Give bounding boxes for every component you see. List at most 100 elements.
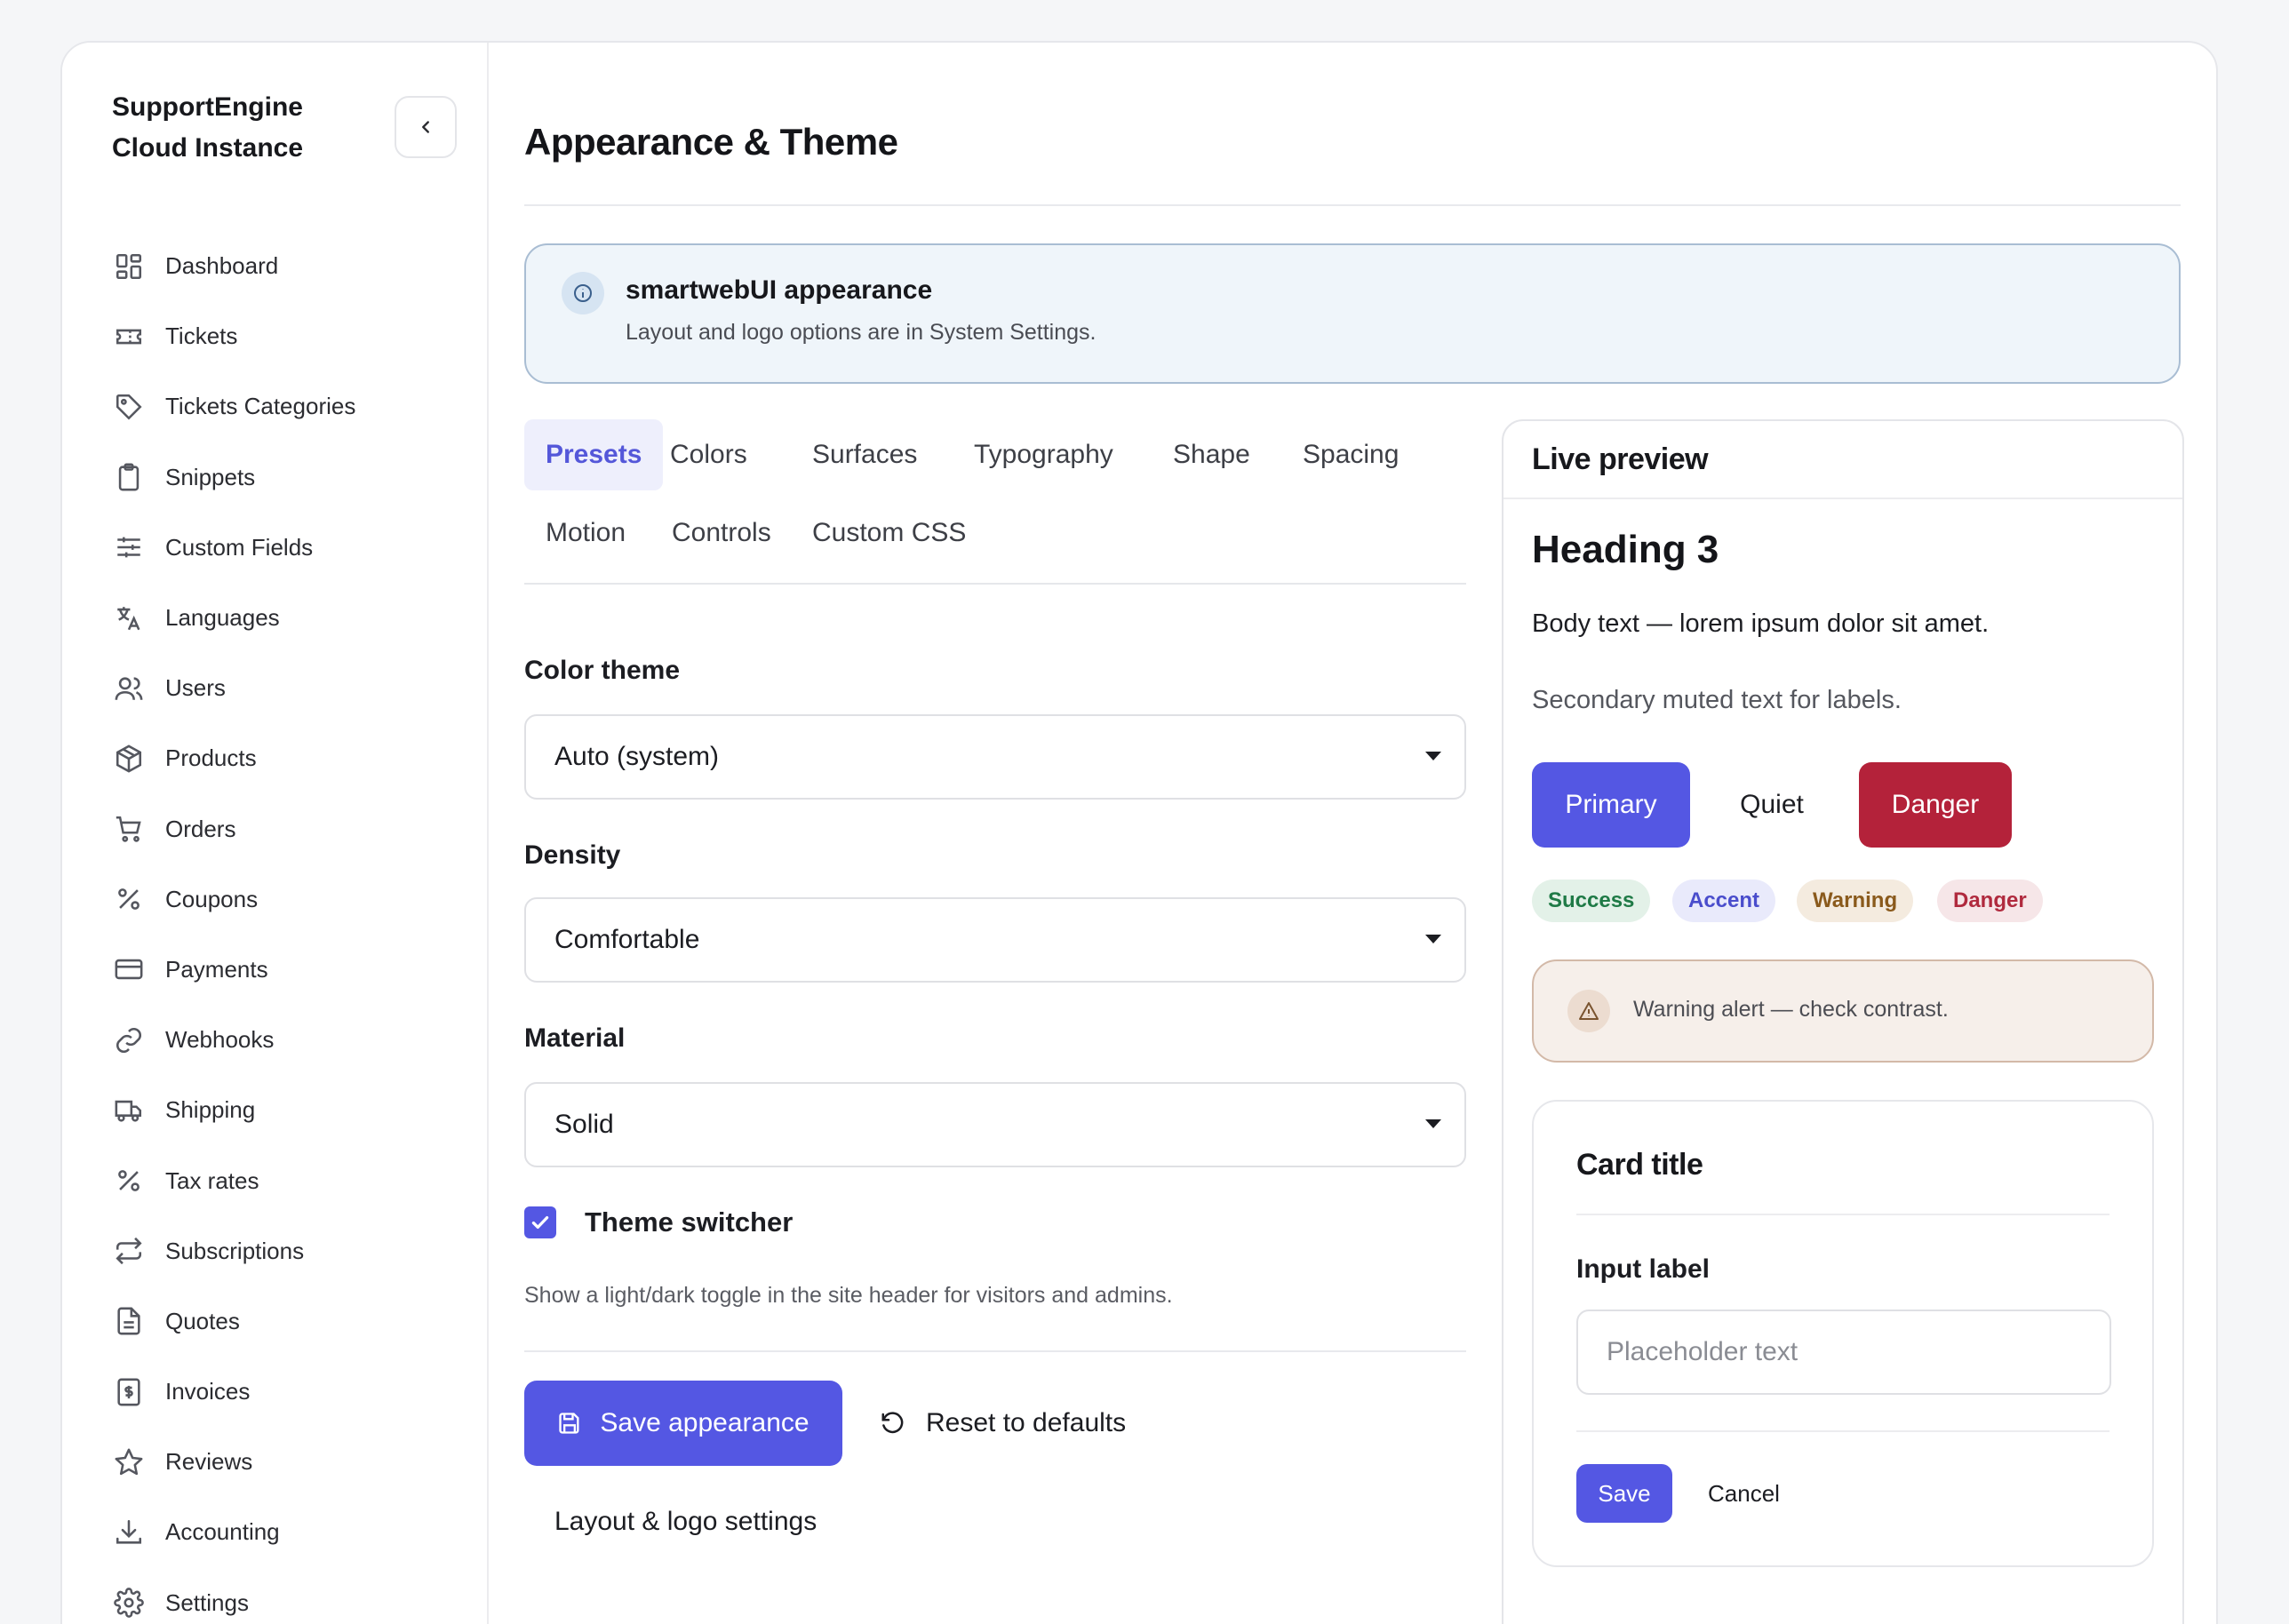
brand-line-1: SupportEngine: [112, 92, 303, 122]
sidebar-item-label: Shipping: [165, 1096, 256, 1124]
sidebar-item-tax-rates[interactable]: Tax rates: [112, 1145, 467, 1215]
sidebar-item-tickets-categories[interactable]: Tickets Categories: [112, 371, 467, 442]
sidebar-item-tickets[interactable]: Tickets: [112, 301, 467, 371]
warning-alert-text: Warning alert — check contrast.: [1633, 997, 1949, 1022]
dashboard-icon: [112, 250, 146, 283]
tab-controls[interactable]: Controls: [650, 498, 793, 569]
sidebar-item-label: Reviews: [165, 1448, 253, 1476]
collapse-sidebar-button[interactable]: [395, 96, 457, 158]
material-label: Material: [524, 1023, 626, 1053]
translate-icon: [112, 601, 146, 635]
accent-badge: Accent: [1672, 880, 1776, 922]
tab-surfaces[interactable]: Surfaces: [791, 419, 938, 490]
success-badge: Success: [1532, 880, 1651, 922]
actions-divider: [524, 1350, 1466, 1352]
sidebar-item-invoices[interactable]: Invoices: [112, 1357, 467, 1427]
percent-icon: [112, 882, 146, 916]
preview-card: Card title Input label Save Cancel: [1532, 1100, 2154, 1567]
sidebar-item-languages[interactable]: Languages: [112, 583, 467, 653]
star-icon: [112, 1445, 146, 1479]
package-icon: [112, 742, 146, 776]
card-save-button[interactable]: Save: [1576, 1464, 1672, 1523]
save-appearance-button[interactable]: Save appearance: [524, 1381, 842, 1466]
sidebar-item-coupons[interactable]: Coupons: [112, 864, 467, 935]
theme-switcher-label[interactable]: Theme switcher: [585, 1206, 793, 1238]
material-value: Solid: [554, 1110, 614, 1139]
sidebar-item-orders[interactable]: Orders: [112, 794, 467, 864]
preview-quiet-button[interactable]: Quiet: [1710, 762, 1834, 848]
sidebar-item-subscriptions[interactable]: Subscriptions: [112, 1216, 467, 1286]
tab-custom-css[interactable]: Custom CSS: [791, 498, 987, 569]
caret-down-icon: [1425, 752, 1441, 760]
sidebar-item-label: Coupons: [165, 885, 259, 912]
material-select[interactable]: Solid: [524, 1082, 1466, 1167]
sidebar-item-label: Custom Fields: [165, 533, 314, 561]
cart-icon: [112, 812, 146, 846]
sidebar-item-settings[interactable]: Settings: [112, 1568, 467, 1624]
reset-defaults-button[interactable]: Reset to defaults: [880, 1381, 1126, 1466]
preview-danger-button[interactable]: Danger: [1859, 762, 2012, 848]
tab-presets[interactable]: Presets: [524, 419, 664, 490]
warning-icon: [1567, 990, 1610, 1032]
sidebar-item-users[interactable]: Users: [112, 653, 467, 723]
sidebar-item-shipping[interactable]: Shipping: [112, 1075, 467, 1145]
truck-icon: [112, 1094, 146, 1127]
sidebar-nav: Dashboard Tickets Tickets Categories Sni…: [112, 231, 467, 1624]
save-appearance-label: Save appearance: [600, 1408, 810, 1437]
sidebar-item-payments[interactable]: Payments: [112, 935, 467, 1005]
tab-colors[interactable]: Colors: [649, 419, 769, 490]
sidebar-item-accounting[interactable]: Accounting: [112, 1497, 467, 1567]
warning-badge: Warning: [1797, 880, 1914, 922]
sidebar-item-webhooks[interactable]: Webhooks: [112, 1005, 467, 1075]
users-icon: [112, 672, 146, 705]
tab-shape[interactable]: Shape: [1152, 419, 1272, 490]
sidebar-item-snippets[interactable]: Snippets: [112, 442, 467, 513]
sidebar-item-label: Products: [165, 744, 257, 772]
sidebar-item-quotes[interactable]: Quotes: [112, 1286, 467, 1357]
save-icon: [557, 1411, 582, 1436]
credit-card-icon: [112, 952, 146, 986]
document-icon: [112, 1304, 146, 1338]
banner-title: smartwebUI appearance: [626, 275, 933, 305]
card-text-input[interactable]: [1576, 1310, 2111, 1395]
color-theme-label: Color theme: [524, 656, 681, 685]
settings-panel: Presets Colors Surfaces Typography Shape…: [524, 419, 1466, 1536]
app-window: SupportEngine Cloud Instance Dashboard T…: [60, 41, 2218, 1624]
brand-name: SupportEngine Cloud Instance: [112, 87, 303, 169]
color-theme-value: Auto (system): [554, 742, 720, 771]
sidebar-item-label: Dashboard: [165, 252, 279, 280]
sidebar-item-label: Webhooks: [165, 1026, 275, 1054]
sidebar-item-label: Languages: [165, 604, 280, 632]
settings-tabs: Presets Colors Surfaces Typography Shape…: [524, 419, 1466, 585]
card-cancel-button[interactable]: Cancel: [1708, 1464, 1780, 1523]
density-select[interactable]: Comfortable: [524, 897, 1466, 983]
link-icon: [112, 1023, 146, 1057]
density-value: Comfortable: [554, 925, 700, 954]
warning-alert: Warning alert — check contrast.: [1532, 959, 2154, 1063]
invoice-icon: [112, 1375, 146, 1409]
sidebar-item-label: Payments: [165, 955, 268, 983]
preview-muted-text: Secondary muted text for labels.: [1532, 686, 1902, 714]
caret-down-icon: [1425, 935, 1441, 943]
sidebar-item-products[interactable]: Products: [112, 723, 467, 793]
banner-text: Layout and logo options are in System Se…: [626, 320, 1097, 345]
reset-icon: [880, 1410, 906, 1437]
tab-typography[interactable]: Typography: [953, 419, 1135, 490]
sidebar-item-label: Orders: [165, 815, 236, 842]
layout-logo-settings-link[interactable]: Layout & logo settings: [554, 1507, 817, 1537]
brand-line-2: Cloud Instance: [112, 133, 304, 163]
sidebar-item-custom-fields[interactable]: Custom Fields: [112, 513, 467, 583]
tab-motion[interactable]: Motion: [524, 498, 647, 569]
theme-switcher-checkbox[interactable]: [524, 1206, 556, 1238]
repeat-icon: [112, 1234, 146, 1268]
sidebar-item-label: Tax rates: [165, 1166, 259, 1194]
color-theme-select[interactable]: Auto (system): [524, 714, 1466, 800]
sidebar-item-label: Snippets: [165, 463, 256, 490]
sidebar-item-reviews[interactable]: Reviews: [112, 1427, 467, 1497]
caret-down-icon: [1425, 1119, 1441, 1128]
title-divider: [524, 204, 2181, 206]
sidebar-item-dashboard[interactable]: Dashboard: [112, 231, 467, 301]
preview-primary-button[interactable]: Primary: [1532, 762, 1690, 848]
tab-spacing[interactable]: Spacing: [1281, 419, 1420, 490]
sidebar-item-label: Invoices: [165, 1378, 251, 1405]
